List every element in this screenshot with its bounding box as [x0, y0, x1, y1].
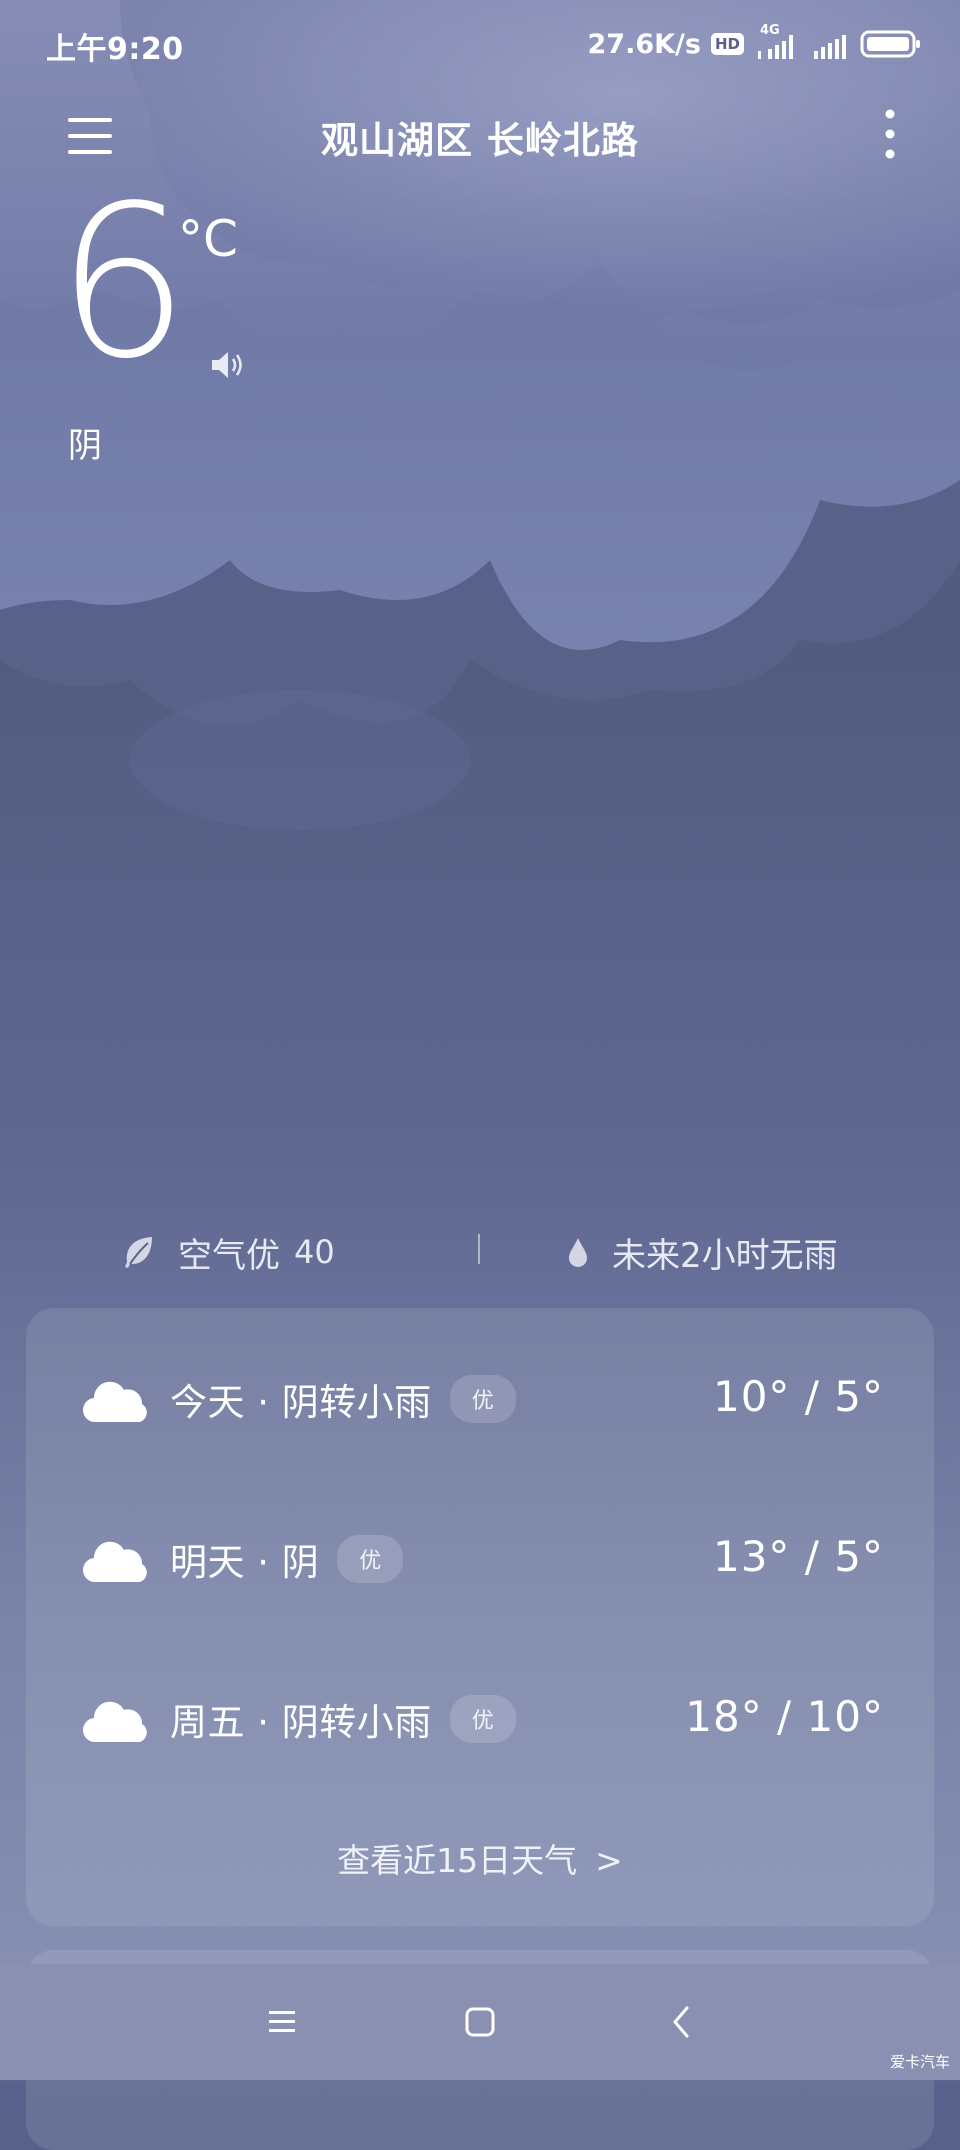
- divider: [478, 1234, 480, 1264]
- forecast-day: 今天 · 阴转小雨: [170, 1381, 432, 1424]
- cloud-icon: [82, 1541, 147, 1583]
- forecast-temp: 13° / 5°: [712, 1532, 884, 1581]
- signal-icon: [814, 35, 846, 59]
- network-type-label: 4G: [760, 23, 780, 38]
- more-vertical-icon[interactable]: [864, 104, 916, 164]
- chevron-right-icon: >: [595, 1841, 623, 1880]
- aqi-badge: 优: [449, 1695, 516, 1743]
- menu-icon[interactable]: [66, 110, 118, 162]
- forecast-day: 明天 · 阴: [170, 1541, 320, 1584]
- cloud-icon: [82, 1701, 147, 1743]
- watermark: 爱卡汽车: [889, 2053, 950, 2071]
- aqi-label: 空气优: [178, 1235, 280, 1276]
- forecast-temp: 18° / 10°: [685, 1692, 884, 1741]
- leaf-icon: [125, 1237, 152, 1268]
- raindrop-icon: [569, 1238, 587, 1267]
- status-indicators: 27.6K/s HD 4G: [587, 23, 923, 64]
- air-quality[interactable]: 空气优 40: [122, 1222, 335, 1282]
- signal-4g-icon: 4G: [754, 23, 800, 61]
- net-speed: 27.6K/s: [587, 28, 701, 60]
- forecast-day: 周五 · 阴转小雨: [170, 1701, 432, 1744]
- cloud-icon: [82, 1381, 147, 1423]
- rain-label: 未来2小时无雨: [612, 1235, 838, 1276]
- battery-icon: [860, 30, 920, 58]
- hd-icon: HD: [710, 33, 744, 55]
- nav-back-icon[interactable]: [660, 2000, 704, 2044]
- nav-menu-icon[interactable]: [260, 2000, 304, 2044]
- view-15-day-label: 查看近15日天气: [337, 1841, 578, 1880]
- location-title[interactable]: 观山湖区 长岭北路: [180, 110, 780, 164]
- aqi-badge: 优: [449, 1375, 516, 1423]
- status-bar: 上午9:20 27.6K/s HD 4G: [0, 0, 960, 86]
- forecast-card: 今天 · 阴转小雨 优 10° / 5° 明天 · 阴 优 13° / 5° 周…: [26, 1308, 934, 1926]
- current-temperature: 6: [56, 160, 190, 405]
- speaker-icon[interactable]: [208, 348, 248, 382]
- nav-home-icon[interactable]: [458, 2000, 502, 2044]
- aqi-value: 40: [294, 1233, 335, 1271]
- view-15-day-button[interactable]: 查看近15日天气 >: [26, 1834, 934, 1882]
- temperature-unit: °C: [178, 210, 238, 268]
- forecast-row-today[interactable]: 今天 · 阴转小雨 优 10° / 5°: [26, 1344, 934, 1454]
- navigation-bar: [0, 1964, 960, 2080]
- forecast-row-friday[interactable]: 周五 · 阴转小雨 优 18° / 10°: [26, 1664, 934, 1774]
- rain-forecast[interactable]: 未来2小时无雨: [566, 1222, 838, 1282]
- forecast-row-tomorrow[interactable]: 明天 · 阴 优 13° / 5°: [26, 1504, 934, 1614]
- forecast-temp: 10° / 5°: [712, 1372, 884, 1421]
- info-strip: 空气优 40 未来2小时无雨: [0, 1222, 960, 1282]
- aqi-badge: 优: [337, 1535, 404, 1583]
- status-time: 上午9:20: [46, 32, 184, 67]
- current-condition: 阴: [68, 426, 102, 466]
